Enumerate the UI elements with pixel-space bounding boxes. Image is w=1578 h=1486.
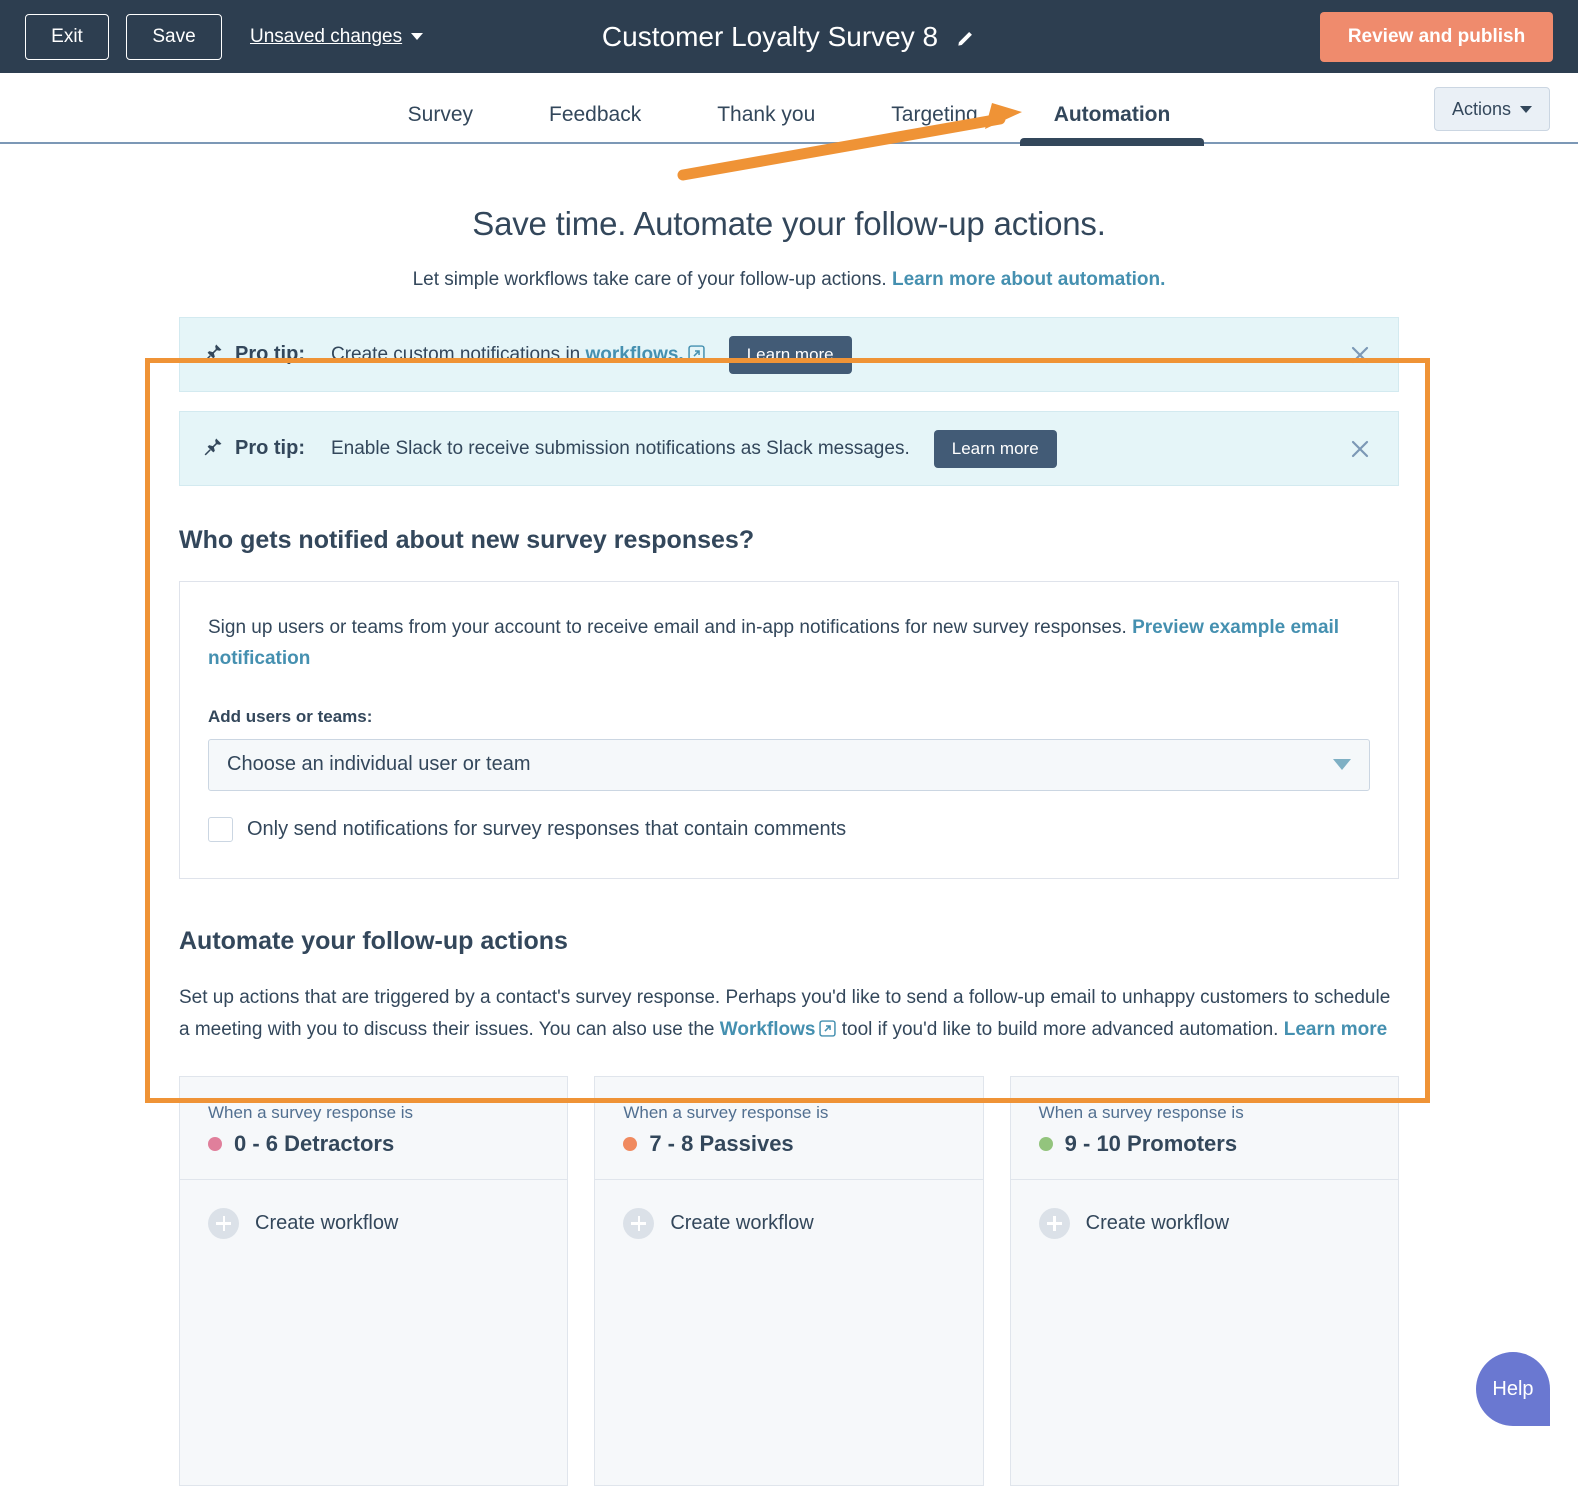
user-team-select-value: Choose an individual user or team [227, 753, 531, 776]
comments-only-label: Only send notifications for survey respo… [247, 818, 846, 841]
comments-only-checkbox-row[interactable]: Only send notifications for survey respo… [208, 817, 1370, 842]
tab-automation[interactable]: Automation [1016, 73, 1209, 144]
notification-panel: Sign up users or teams from your account… [179, 581, 1399, 879]
automate-description-part2: tool if you'd like to build more advance… [836, 1019, 1283, 1040]
external-link-icon[interactable] [815, 1019, 836, 1040]
page-content: Save time. Automate your follow-up actio… [0, 145, 1578, 1486]
card-title-label: 9 - 10 Promoters [1065, 1131, 1237, 1157]
card-subtitle: When a survey response is [208, 1103, 539, 1123]
save-button[interactable]: Save [126, 14, 222, 60]
card-title-label: 0 - 6 Detractors [234, 1131, 394, 1157]
notification-description-text: Sign up users or teams from your account… [208, 617, 1132, 638]
card-subtitle: When a survey response is [623, 1103, 954, 1123]
status-dot-promoters [1039, 1137, 1053, 1151]
create-workflow-label: Create workflow [670, 1212, 813, 1235]
tab-list: Survey Feedback Thank you Targeting Auto… [0, 73, 1578, 144]
plus-icon [623, 1208, 654, 1239]
notification-heading: Who gets notified about new survey respo… [179, 526, 1399, 555]
pencil-icon[interactable] [956, 27, 976, 47]
add-users-label: Add users or teams: [208, 707, 1370, 727]
chevron-down-icon [1520, 106, 1532, 113]
pro-tip-label: Pro tip: [235, 343, 305, 366]
hero-subtitle: Let simple workflows take care of your f… [0, 269, 1578, 291]
card-header: When a survey response is 0 - 6 Detracto… [180, 1077, 567, 1180]
learn-more-button[interactable]: Learn more [729, 336, 852, 374]
pro-tip-text-before: Create custom notifications in [331, 344, 586, 365]
unsaved-changes-label: Unsaved changes [250, 26, 402, 48]
pin-icon [204, 437, 235, 461]
workflow-card-detractors: When a survey response is 0 - 6 Detracto… [179, 1076, 568, 1486]
external-link-icon[interactable] [684, 344, 705, 365]
card-subtitle: When a survey response is [1039, 1103, 1370, 1123]
chevron-down-icon [411, 33, 423, 40]
plus-icon [1039, 1208, 1070, 1239]
create-workflow-label: Create workflow [255, 1212, 398, 1235]
status-dot-passives [623, 1137, 637, 1151]
automate-description: Set up actions that are triggered by a c… [179, 982, 1399, 1046]
workflows-link[interactable]: workflows. [586, 344, 684, 365]
workflow-card-promoters: When a survey response is 9 - 10 Promote… [1010, 1076, 1399, 1486]
workflow-card-list: When a survey response is 0 - 6 Detracto… [179, 1076, 1399, 1486]
survey-title-text: Customer Loyalty Survey 8 [602, 21, 938, 53]
pro-tip-banner-workflows: Pro tip: Create custom notifications in … [179, 317, 1399, 392]
learn-more-button[interactable]: Learn more [934, 430, 1057, 468]
tab-thank-you[interactable]: Thank you [679, 73, 853, 144]
card-header: When a survey response is 9 - 10 Promote… [1011, 1077, 1398, 1180]
create-workflow-button[interactable]: Create workflow [1039, 1208, 1370, 1239]
card-body: Create workflow [595, 1180, 982, 1239]
notification-description: Sign up users or teams from your account… [208, 612, 1370, 675]
create-workflow-label: Create workflow [1086, 1212, 1229, 1235]
card-title: 9 - 10 Promoters [1039, 1131, 1370, 1157]
help-button[interactable]: Help [1476, 1352, 1550, 1426]
tab-bar: Survey Feedback Thank you Targeting Auto… [0, 73, 1578, 144]
tab-feedback[interactable]: Feedback [511, 73, 679, 144]
pro-tip-label: Pro tip: [235, 437, 305, 460]
card-title: 0 - 6 Detractors [208, 1131, 539, 1157]
pro-tip-text: Enable Slack to receive submission notif… [331, 438, 910, 460]
top-bar: Exit Save Unsaved changes Customer Loyal… [0, 0, 1578, 73]
learn-more-about-automation-link[interactable]: Learn more about automation. [892, 269, 1165, 290]
automate-heading: Automate your follow-up actions [179, 927, 1399, 956]
card-title-label: 7 - 8 Passives [649, 1131, 793, 1157]
actions-button-label: Actions [1452, 99, 1511, 120]
workflow-card-passives: When a survey response is 7 - 8 Passives… [594, 1076, 983, 1486]
tab-targeting[interactable]: Targeting [853, 73, 1015, 144]
pin-icon [204, 343, 235, 367]
workflows-link[interactable]: Workflows [720, 1019, 816, 1040]
pro-tip-text: Create custom notifications in workflows… [331, 344, 705, 366]
close-icon[interactable] [1348, 343, 1372, 367]
card-body: Create workflow [180, 1180, 567, 1239]
notification-section: Who gets notified about new survey respo… [179, 486, 1399, 1486]
page-title: Customer Loyalty Survey 8 [602, 21, 976, 53]
status-dot-detractors [208, 1137, 222, 1151]
chevron-down-icon [1333, 759, 1351, 770]
hero-title: Save time. Automate your follow-up actio… [0, 205, 1578, 243]
create-workflow-button[interactable]: Create workflow [623, 1208, 954, 1239]
unsaved-changes-dropdown[interactable]: Unsaved changes [250, 26, 423, 48]
actions-button[interactable]: Actions [1434, 87, 1550, 131]
plus-icon [208, 1208, 239, 1239]
tab-survey[interactable]: Survey [370, 73, 511, 144]
create-workflow-button[interactable]: Create workflow [208, 1208, 539, 1239]
hero-subtitle-text: Let simple workflows take care of your f… [413, 269, 892, 290]
card-body: Create workflow [1011, 1180, 1398, 1239]
automate-learn-more-link[interactable]: Learn more [1284, 1019, 1387, 1040]
card-title: 7 - 8 Passives [623, 1131, 954, 1157]
close-icon[interactable] [1348, 437, 1372, 461]
card-header: When a survey response is 7 - 8 Passives [595, 1077, 982, 1180]
user-team-select[interactable]: Choose an individual user or team [208, 739, 1370, 791]
review-and-publish-button[interactable]: Review and publish [1320, 12, 1553, 62]
pro-tip-banner-slack: Pro tip: Enable Slack to receive submiss… [179, 411, 1399, 486]
comments-only-checkbox[interactable] [208, 817, 233, 842]
exit-button[interactable]: Exit [25, 14, 109, 60]
